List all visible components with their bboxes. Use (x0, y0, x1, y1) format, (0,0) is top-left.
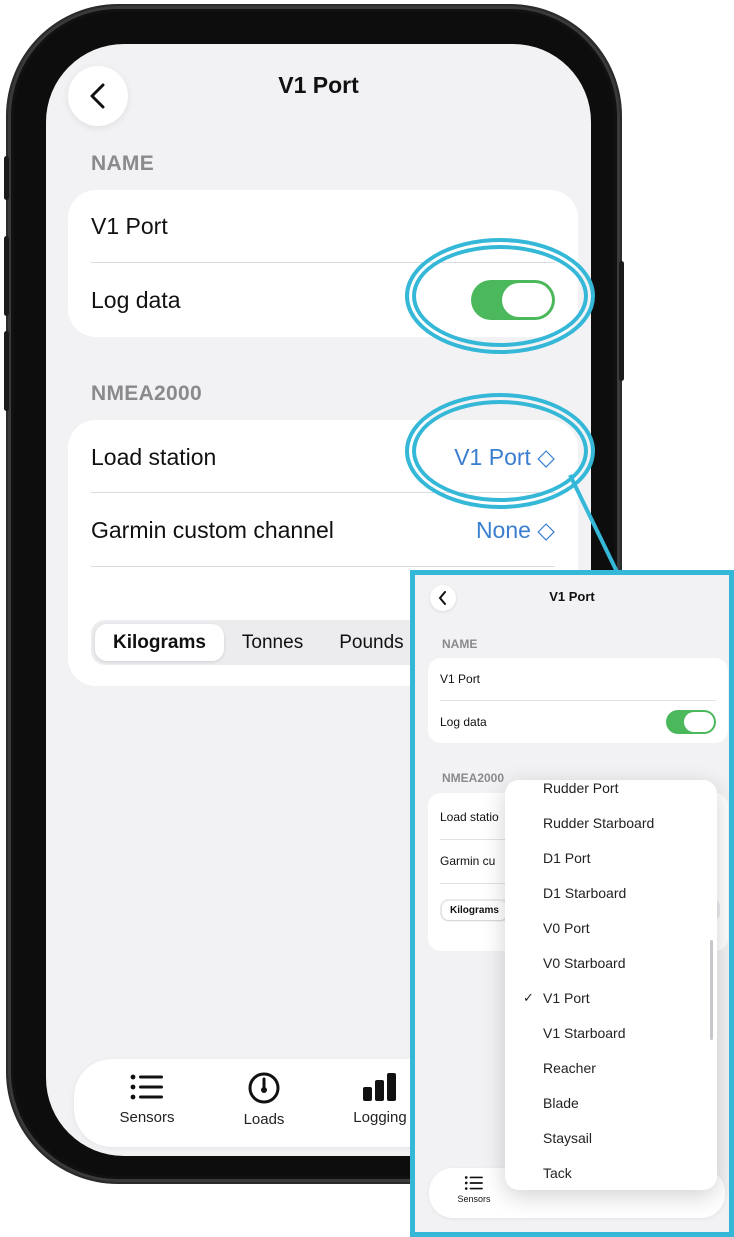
inset-label-name: NAME (442, 637, 478, 651)
divider (440, 700, 716, 701)
segment-tonnes[interactable]: Tonnes (224, 632, 321, 654)
inset-title: V1 Port (549, 589, 595, 604)
side-button (4, 156, 9, 200)
dropdown-item[interactable]: Staysail (505, 1120, 717, 1155)
dropdown-item[interactable]: Reacher (505, 1050, 717, 1085)
inset-name-card: V1 Port Log data (428, 658, 728, 743)
dropdown-item[interactable]: Tack (505, 1155, 717, 1190)
segment-pounds[interactable]: Pounds (321, 632, 421, 654)
tab-label: Loads (243, 1111, 285, 1128)
name-value: V1 Port (91, 212, 168, 239)
inset-segment-kilograms[interactable]: Kilograms (442, 900, 507, 920)
inset-zoom-panel: V1 Port NAME V1 Port Log data NMEA2000 L… (410, 570, 734, 1237)
callout-line (568, 474, 620, 575)
load-station-label: Load station (91, 443, 217, 470)
inset-log-row: Log data (440, 704, 716, 740)
dropdown-item[interactable]: V0 Port (505, 910, 717, 945)
gauge-icon (248, 1072, 280, 1104)
page-title: V1 Port (278, 72, 359, 98)
dropdown-item[interactable]: V0 Starboard (505, 945, 717, 980)
dropdown-item[interactable]: V1 Starboard (505, 1015, 717, 1050)
dropdown-item[interactable]: D1 Port (505, 840, 717, 875)
inset-label-nmea: NMEA2000 (442, 771, 505, 785)
dropdown-item-selected[interactable]: ✓ V1 Port (505, 980, 717, 1015)
tab-label: Sensors (119, 1109, 175, 1126)
tab-label: Logging (353, 1109, 407, 1126)
tab-label: Sensors (457, 1194, 491, 1204)
bar-chart-icon (363, 1073, 396, 1101)
list-icon (130, 1074, 163, 1100)
divider (91, 566, 555, 567)
dropdown-item[interactable]: D1 Starboard (505, 875, 717, 910)
list-icon (464, 1176, 483, 1190)
inset-load-label: Load statio (440, 810, 499, 824)
callout-ring-toggle-inner (412, 245, 588, 347)
tab-sensors[interactable]: Sensors (97, 1071, 197, 1126)
inset-log-toggle[interactable] (666, 710, 716, 734)
section-label-name: NAME (91, 152, 155, 175)
load-station-dropdown: Rudder Port Rudder Starboard D1 Port D1 … (505, 780, 717, 1190)
dropdown-item[interactable]: Rudder Starboard (505, 805, 717, 840)
section-label-nmea: NMEA2000 (91, 382, 202, 405)
checkmark-icon: ✓ (523, 989, 534, 1005)
garmin-picker[interactable]: None ◇ (476, 517, 555, 544)
dropdown-item[interactable]: Rudder Port (505, 780, 717, 805)
inset-name-value: V1 Port (440, 672, 481, 686)
side-button (619, 261, 624, 381)
inset-garmin-label: Garmin cu (440, 854, 496, 868)
inset-name-row[interactable]: V1 Port (440, 661, 716, 697)
garmin-label: Garmin custom channel (91, 516, 334, 543)
side-button (4, 331, 9, 411)
inset-tab-sensors[interactable]: Sensors (449, 1174, 499, 1204)
toggle-knob (684, 712, 714, 732)
log-data-label: Log data (91, 286, 181, 313)
segment-kilograms[interactable]: Kilograms (95, 624, 224, 661)
dropdown-item[interactable]: Blade (505, 1085, 717, 1120)
inset-log-label: Log data (440, 715, 487, 729)
tab-loads[interactable]: Loads (214, 1071, 314, 1128)
side-button (4, 236, 9, 316)
dropdown-item-label: V1 Port (543, 989, 590, 1006)
